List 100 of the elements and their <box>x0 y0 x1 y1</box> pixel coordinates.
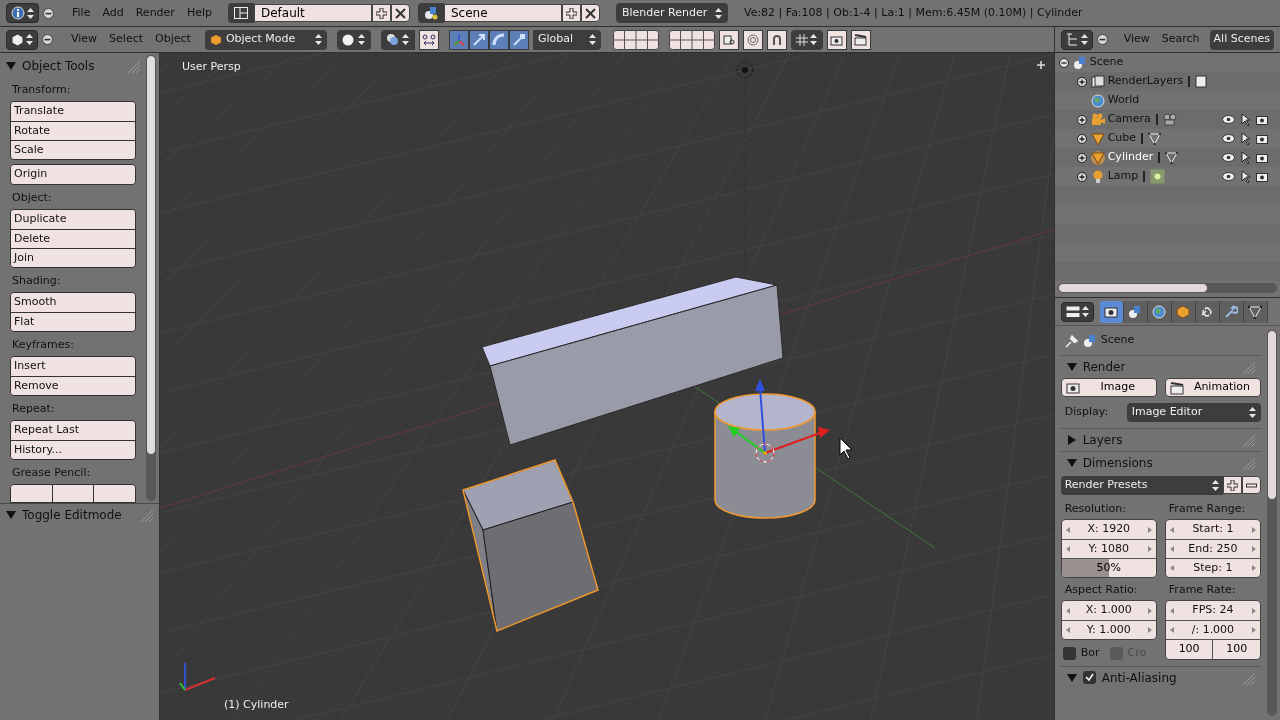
editor-type-button[interactable] <box>6 3 39 23</box>
display-dropdown[interactable]: Image Editor <box>1126 403 1261 422</box>
resolution-field[interactable]: X: 1920 <box>1061 520 1156 539</box>
expanded-triangle-icon[interactable] <box>6 510 16 520</box>
editor-type-button[interactable] <box>1060 29 1093 50</box>
percentage-slider[interactable]: 50% <box>1061 558 1156 577</box>
decrement-arrow-icon[interactable] <box>1065 526 1070 533</box>
menu-item[interactable]: Select <box>103 31 150 48</box>
menu-item[interactable]: Object <box>149 31 197 48</box>
drag-grip-icon[interactable] <box>1241 456 1255 470</box>
increment-arrow-icon[interactable] <box>1147 607 1152 614</box>
pointer-icon[interactable] <box>1241 170 1250 183</box>
tool-button[interactable]: Rotate <box>11 121 135 140</box>
tool-button[interactable]: Flat <box>11 312 135 331</box>
render-camera-icon[interactable] <box>1256 171 1268 182</box>
render-camera-icon[interactable] <box>826 29 847 50</box>
aspect-field[interactable]: X: 1.000 <box>1061 601 1156 620</box>
render-camera-icon[interactable] <box>1256 114 1268 125</box>
snap-element-dropdown[interactable] <box>790 29 823 50</box>
expanded-triangle-icon[interactable] <box>1066 458 1077 468</box>
frame-range-field[interactable]: End: 250 <box>1165 539 1260 558</box>
render-button[interactable]: Animation <box>1164 378 1261 397</box>
increment-arrow-icon[interactable] <box>1147 627 1152 633</box>
increment-arrow-icon[interactable] <box>1252 546 1256 552</box>
render-camera-icon[interactable] <box>1256 133 1268 144</box>
eye-icon[interactable] <box>1222 153 1235 162</box>
decrement-arrow-icon[interactable] <box>1169 565 1174 571</box>
lamp-data-icon[interactable] <box>1150 169 1166 184</box>
increment-arrow-icon[interactable] <box>1252 526 1256 533</box>
increment-arrow-icon[interactable] <box>1252 565 1256 571</box>
menu-item[interactable]: File <box>66 4 97 22</box>
eye-icon[interactable] <box>1222 172 1235 181</box>
decrement-arrow-icon[interactable] <box>1065 607 1070 614</box>
properties-tab[interactable] <box>1243 300 1268 323</box>
tool-button[interactable]: Translate <box>11 102 135 121</box>
eye-icon[interactable] <box>1222 115 1235 124</box>
horizontal-scrollbar[interactable] <box>1057 283 1277 293</box>
screen-layout-icon[interactable] <box>227 3 254 23</box>
scene-field[interactable]: Scene <box>443 4 562 22</box>
proportional-edit-icon[interactable] <box>742 29 763 50</box>
scene-layers-grid[interactable] <box>612 29 659 50</box>
scrollbar[interactable] <box>1267 330 1277 716</box>
scene-icon[interactable] <box>417 3 444 23</box>
frame-range-field[interactable]: Start: 1 <box>1165 520 1260 539</box>
eye-icon[interactable] <box>1222 134 1235 143</box>
screen-layout-field[interactable]: Default <box>253 4 372 22</box>
outliner-row[interactable]: RenderLayers <box>1054 72 1280 91</box>
outliner-row[interactable]: Camera <box>1054 110 1280 129</box>
frame-range-field[interactable]: Step: 1 <box>1165 558 1260 577</box>
drag-grip-icon[interactable] <box>1241 670 1255 685</box>
tool-button[interactable]: Remove <box>11 376 135 395</box>
outliner-row[interactable]: Cylinder <box>1054 148 1280 167</box>
expand-icon[interactable] <box>1076 133 1087 144</box>
collapse-icon[interactable] <box>1096 34 1108 45</box>
drag-grip-icon[interactable] <box>1241 433 1255 447</box>
manipulator-toggle-icon[interactable] <box>418 29 439 50</box>
editor-type-button[interactable] <box>6 29 38 50</box>
tool-button[interactable]: Insert <box>11 357 135 376</box>
panel-header[interactable]: Object Tools <box>0 55 146 77</box>
pointer-icon[interactable] <box>1241 113 1250 126</box>
decrement-arrow-icon[interactable] <box>1169 627 1174 633</box>
properties-tab[interactable] <box>1219 300 1244 323</box>
properties-tab[interactable] <box>1123 300 1148 323</box>
shading-dropdown[interactable] <box>336 29 371 50</box>
pivot-dropdown[interactable] <box>380 29 415 50</box>
corner-plus-icon[interactable] <box>1036 61 1045 69</box>
lock-camera-icon[interactable] <box>718 29 739 50</box>
render-engine-dropdown[interactable]: Blender Render <box>615 3 728 23</box>
menu-item[interactable]: Help <box>180 4 218 22</box>
expanded-triangle-icon[interactable] <box>1066 672 1077 683</box>
tool-button[interactable]: Scale <box>11 140 135 159</box>
pointer-icon[interactable] <box>1241 151 1250 164</box>
drag-grip-icon[interactable] <box>139 508 153 522</box>
tool-button[interactable]: Origin <box>11 165 135 184</box>
resolution-field[interactable]: Y: 1080 <box>1061 539 1156 558</box>
time-remap-field[interactable]: 100 <box>1165 640 1213 659</box>
tool-button[interactable] <box>52 485 95 502</box>
collapse-icon[interactable] <box>1058 57 1069 68</box>
mesh-data-icon[interactable] <box>1148 132 1162 145</box>
increment-arrow-icon[interactable] <box>1252 607 1256 614</box>
frame-rate-field[interactable]: /: 1.000 <box>1165 620 1260 639</box>
tool-button[interactable]: Duplicate <box>11 210 135 229</box>
decrement-arrow-icon[interactable] <box>1065 627 1070 633</box>
properties-tab[interactable] <box>1195 300 1220 323</box>
increment-arrow-icon[interactable] <box>1147 526 1152 533</box>
tool-button[interactable]: Repeat Last <box>11 421 135 440</box>
panel-header[interactable]: Render <box>1060 356 1261 378</box>
scrollbar[interactable] <box>146 55 156 501</box>
drag-grip-icon[interactable] <box>126 59 140 73</box>
decrement-arrow-icon[interactable] <box>1169 546 1174 552</box>
layers-icon[interactable] <box>1195 75 1209 88</box>
add-preset-button[interactable] <box>1223 476 1242 494</box>
mode-dropdown[interactable]: Object Mode <box>204 29 327 50</box>
mesh-data-icon[interactable] <box>1165 151 1179 164</box>
checkbox[interactable]: Bor <box>1062 645 1100 662</box>
expand-icon[interactable] <box>1076 152 1087 163</box>
tool-button[interactable]: Join <box>11 248 135 267</box>
properties-tab[interactable] <box>1099 300 1124 323</box>
tool-button[interactable] <box>11 485 53 502</box>
presets-dropdown[interactable]: Render Presets <box>1060 476 1223 495</box>
